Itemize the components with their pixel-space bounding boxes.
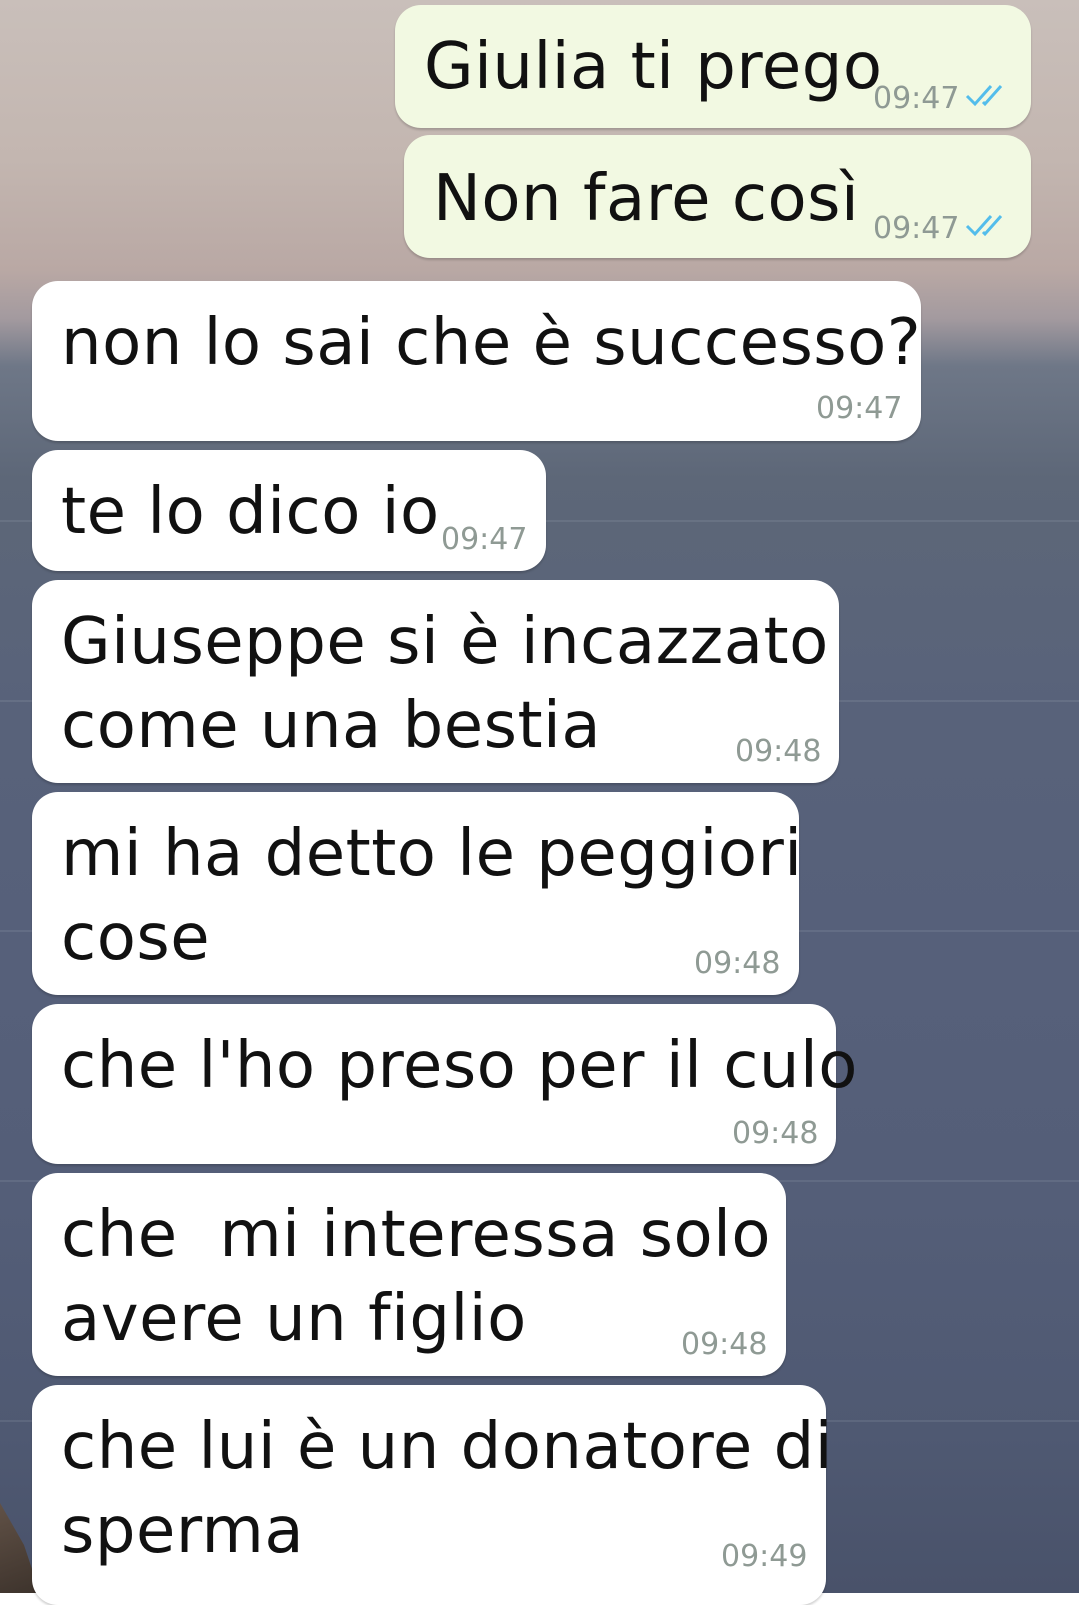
message-text: Non fare così	[433, 162, 860, 236]
read-receipt-icon	[965, 85, 1003, 107]
message-text: che lui è un donatore di sperma	[61, 1410, 833, 1568]
message-time: 09:47	[873, 81, 960, 116]
message-bubble-incoming[interactable]: che lui è un donatore di sperma 09:49	[32, 1385, 832, 1605]
message-text: Giulia ti prego	[424, 30, 883, 104]
message-bubble-incoming[interactable]: mi ha detto le peggiori cose 09:48	[32, 792, 802, 995]
message-bubble-outgoing[interactable]: Non fare così 09:47	[404, 135, 1031, 258]
message-bubble-outgoing[interactable]: Giulia ti prego 09:47	[395, 5, 1031, 128]
message-time: 09:48	[732, 1116, 819, 1151]
message-text: che mi interessa solo avere un figlio	[61, 1198, 772, 1356]
message-time: 09:48	[694, 946, 781, 981]
message-time: 09:47	[816, 391, 903, 426]
message-text: non lo sai che è successo?	[61, 306, 922, 380]
message-bubble-incoming[interactable]: Giuseppe si è incazzato come una bestia …	[32, 580, 839, 783]
message-bubble-incoming[interactable]: te lo dico io 09:47	[32, 450, 546, 571]
message-text: te lo dico io	[61, 475, 440, 549]
message-time: 09:47	[441, 522, 528, 557]
message-time: 09:49	[721, 1539, 808, 1574]
message-bubble-incoming[interactable]: non lo sai che è successo? 09:47	[32, 281, 921, 441]
message-text: mi ha detto le peggiori cose	[61, 817, 803, 975]
message-bubble-incoming[interactable]: che l'ho preso per il culo 09:48	[32, 1004, 857, 1164]
message-bubble-incoming[interactable]: che mi interessa solo avere un figlio 09…	[32, 1173, 786, 1376]
message-time: 09:48	[735, 734, 822, 769]
message-time: 09:47	[873, 211, 960, 246]
read-receipt-icon	[965, 215, 1003, 237]
message-text: che l'ho preso per il culo	[61, 1029, 858, 1103]
message-time: 09:48	[681, 1327, 768, 1362]
message-text: Giuseppe si è incazzato come una bestia	[61, 605, 829, 763]
